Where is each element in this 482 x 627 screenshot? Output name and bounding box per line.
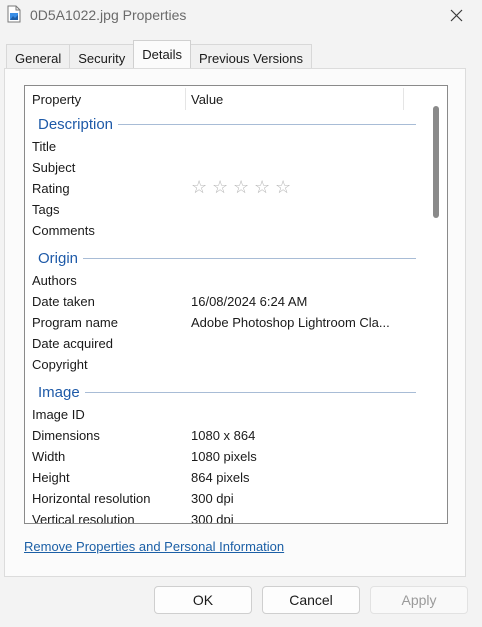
property-row-date-taken[interactable]: Date taken 16/08/2024 6:24 AM [25,291,427,312]
property-row-width[interactable]: Width 1080 pixels [25,446,427,467]
close-button[interactable] [440,0,472,30]
group-divider [118,123,416,125]
property-row-subject[interactable]: Subject [25,157,427,178]
rating-stars[interactable]: ☆ ☆ ☆ ☆ ☆ [191,177,296,198]
group-label: Image [38,383,80,401]
star-icon[interactable]: ☆ [275,177,296,198]
group-header-image: Image [38,382,416,402]
property-value[interactable]: 300 dpi [191,491,234,506]
property-row-authors[interactable]: Authors [25,270,427,291]
property-row-copyright[interactable]: Copyright [25,354,427,375]
property-name: Height [32,470,70,485]
group-label: Origin [38,249,79,267]
star-icon[interactable]: ☆ [254,177,275,198]
property-name: Horizontal resolution [32,491,151,506]
property-row-date-acquired[interactable]: Date acquired [25,333,427,354]
group-divider [83,257,416,259]
window-title: 0D5A1022.jpg Properties [30,7,187,23]
property-name: Copyright [32,357,88,372]
cancel-button[interactable]: Cancel [262,586,360,614]
apply-button[interactable]: Apply [370,586,468,614]
column-header-property[interactable]: Property [32,92,81,107]
tab-security[interactable]: Security [69,44,135,71]
star-icon[interactable]: ☆ [233,177,254,198]
tab-strip: General Security Details Previous Versio… [6,40,313,71]
property-name: Title [32,139,57,154]
property-value[interactable]: 300 dpi [191,512,234,523]
property-name: Authors [32,273,77,288]
group-header-origin: Origin [38,248,416,268]
property-row-height[interactable]: Height 864 pixels [25,467,427,488]
remove-properties-link[interactable]: Remove Properties and Personal Informati… [24,539,284,554]
details-panel: Property Value Description Title Subject… [4,68,466,577]
tab-previous-versions[interactable]: Previous Versions [189,44,313,71]
property-row-rating[interactable]: Rating ☆ ☆ ☆ ☆ ☆ [25,177,427,199]
property-name: Date acquired [32,336,113,351]
property-row-title[interactable]: Title [25,136,427,157]
column-divider[interactable] [185,88,186,110]
property-row-comments[interactable]: Comments [25,220,427,241]
group-label: Description [38,115,114,133]
star-icon[interactable]: ☆ [191,177,212,198]
list-header: Property Value [25,86,427,112]
property-value[interactable]: 864 pixels [191,470,250,485]
property-value[interactable]: 16/08/2024 6:24 AM [191,294,307,309]
property-name: Comments [32,223,95,238]
property-row-tags[interactable]: Tags [25,199,427,220]
properties-list[interactable]: Property Value Description Title Subject… [24,85,448,524]
property-row-image-id[interactable]: Image ID [25,404,427,425]
property-name: Tags [32,202,60,217]
property-name: Image ID [32,407,85,422]
property-row-horizontal-resolution[interactable]: Horizontal resolution 300 dpi [25,488,427,509]
star-icon[interactable]: ☆ [212,177,233,198]
group-header-description: Description [38,114,416,134]
image-file-icon [7,5,21,23]
property-name: Subject [32,160,76,175]
property-row-program-name[interactable]: Program name Adobe Photoshop Lightroom C… [25,312,427,333]
column-header-value[interactable]: Value [191,92,223,107]
property-value[interactable]: Adobe Photoshop Lightroom Cla... [191,315,390,330]
property-name: Width [32,449,66,464]
property-value[interactable]: 1080 pixels [191,449,257,464]
property-value[interactable]: 1080 x 864 [191,428,255,443]
property-name: Rating [32,181,70,196]
property-name: Vertical resolution [32,512,135,524]
property-name: Date taken [32,294,95,309]
property-name: Dimensions [32,428,100,443]
scrollbar-thumb[interactable] [433,106,439,218]
ok-button[interactable]: OK [154,586,252,614]
tab-general[interactable]: General [6,44,71,71]
group-divider [84,391,416,393]
tab-details[interactable]: Details [133,40,191,68]
column-divider[interactable] [403,88,404,110]
property-row-vertical-resolution[interactable]: Vertical resolution 300 dpi [25,509,427,524]
property-row-dimensions[interactable]: Dimensions 1080 x 864 [25,425,427,446]
title-bar: 0D5A1022.jpg Properties [0,0,482,32]
close-icon [450,9,462,21]
property-name: Program name [32,315,118,330]
